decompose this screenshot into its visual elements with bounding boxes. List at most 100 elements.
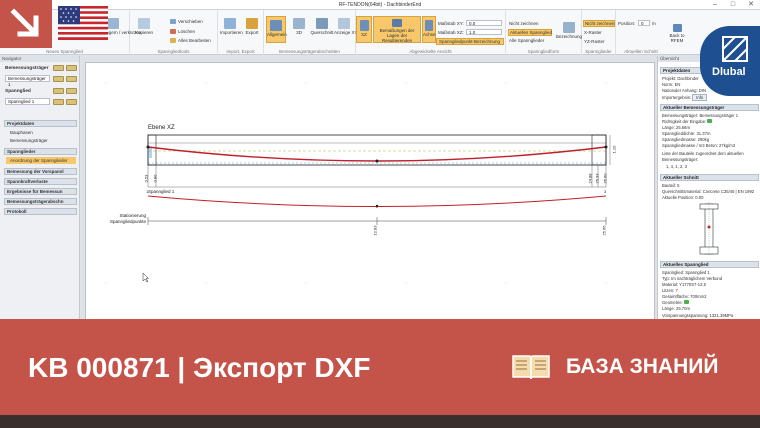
info-row: Bemessungsträger: Bemessungsträger 1	[662, 113, 738, 118]
ribbon-group-tendons: Nicht zeichnen X-Raster YZ-Raster Spanng…	[582, 10, 616, 55]
tendon-points-label: Spanngliedpunkte	[109, 219, 146, 224]
export-button[interactable]: Export	[242, 18, 262, 35]
position-input[interactable]: 0	[638, 20, 650, 26]
back-to-rfem-button[interactable]: Back to RFEM	[666, 24, 688, 43]
info-row: Bemessungsträger:	[662, 157, 698, 162]
check-icon	[707, 119, 713, 123]
edit-all-button[interactable]: Alles Bearbeiten	[170, 38, 211, 44]
designation-icon	[563, 22, 575, 33]
row-value: Spannglied 1	[685, 270, 710, 275]
ribbon-group-label: Spanngliedtools	[157, 49, 190, 54]
xz-view-button[interactable]: XZ	[356, 16, 372, 43]
yz-grid-option[interactable]: YZ-Raster	[584, 39, 605, 44]
current-tendon-header[interactable]: Aktuelles Spannglied	[660, 261, 759, 268]
info-row: Spannglied: Spannglied 1	[662, 270, 710, 275]
nav-item-tendon-arrangement[interactable]: Anordnung der Spannglieder	[6, 157, 76, 164]
dimensions-icon	[392, 19, 402, 27]
tendon-point-label-text: Spanngliedpunkt-Bezeichnung	[439, 39, 501, 44]
nav-section-report[interactable]: Protokoll	[4, 208, 77, 215]
design-beam-label: Bemessungsträger	[5, 66, 49, 71]
display-xy-label: Anzeige XY	[334, 30, 358, 35]
row-key: Richtigkeit der Eingabe:	[662, 119, 707, 124]
us-flag-icon	[58, 6, 108, 40]
info-row: Querschnittsmaterial: Concrete C35/45 | …	[662, 189, 754, 194]
all-tendons-option[interactable]: Alle Spannglieder	[509, 38, 544, 43]
export-icon	[246, 18, 258, 29]
info-row: Typ: Im nachträglichem Verbund	[662, 276, 722, 281]
design-beam-select[interactable]: Bemessungsträger 1	[5, 75, 50, 87]
row-key: Bemessungsträger:	[662, 157, 699, 162]
norm-row: Norm: EN	[662, 82, 680, 87]
row-key: Querschnittsmaterial:	[662, 189, 702, 194]
view-3d-button[interactable]: 3D	[289, 18, 309, 35]
nav-section-tendons[interactable]: Spannglieder	[4, 148, 77, 155]
current-section-header[interactable]: Aktueller Schnitt	[660, 174, 759, 181]
x-grid-option[interactable]: X-Raster	[584, 30, 602, 35]
nav-section-design-results[interactable]: Ergebnisse für Bemessun	[4, 188, 77, 195]
scale-xz-input[interactable]: 1.0	[466, 29, 502, 35]
view-3d-label: 3D	[296, 30, 302, 35]
stationing-mid-label: 12.83	[372, 225, 378, 236]
tendon-prev-icon[interactable]	[53, 99, 64, 105]
ribbon-group-tendon-tools: Kopieren Verschieben Löschen Alles Bearb…	[130, 10, 218, 55]
row-key: Vorspannungsspannung:	[662, 313, 709, 318]
tendon-new-icon[interactable]	[66, 88, 77, 94]
tendon-edit-icon[interactable]	[53, 88, 64, 94]
display-xy-button[interactable]: Anzeige XY	[334, 18, 358, 35]
nav-item-construction-stages[interactable]: Bauphasen	[10, 130, 33, 135]
designation-button[interactable]: Bezeichnung	[556, 22, 582, 39]
nav-section-prestress-losses[interactable]: Spannkraftverluste	[4, 178, 77, 185]
tendon-next-icon[interactable]	[66, 99, 77, 105]
minimize-button[interactable]: –	[706, 0, 724, 10]
info-row: Geometrie:	[662, 300, 689, 305]
cross-section-preview-icon	[699, 202, 719, 256]
dim-label: 0.53	[143, 174, 149, 183]
dim-label: 24.88	[587, 173, 593, 184]
tendon-point-label-button[interactable]: Spanngliedpunkt-Bezeichnung	[436, 38, 504, 45]
design-beam-prev-icon[interactable]	[53, 76, 64, 82]
do-not-draw-option[interactable]: Nicht zeichnen	[509, 21, 539, 26]
delete-button[interactable]: Löschen	[170, 29, 195, 35]
tendon-point	[375, 159, 379, 163]
dlubal-wordmark: Dlubal	[712, 66, 746, 78]
do-not-draw-grid-label: Nicht zeichnen	[585, 21, 615, 26]
dimensions-button[interactable]: Bemaßungen der Lagen der Resultierenden	[373, 16, 421, 43]
design-beam-edit-icon[interactable]	[53, 65, 64, 71]
scale-xz-label: Maßstab XZ:	[438, 30, 464, 35]
ribbon-group-label: Bemessungsträgerabschnitten	[279, 49, 340, 54]
window-title: RF-TENDON(64bit) - DachbinderEnd	[338, 2, 422, 8]
import-result-row: Importergebnis: Info	[662, 94, 708, 101]
design-beam-new-icon[interactable]	[66, 65, 77, 71]
nav-item-design-beam[interactable]: Bemessungsträger	[10, 138, 48, 143]
current-tendon-option[interactable]: Aktuelles Spannglied	[508, 29, 552, 36]
axis-button[interactable]: Achse	[422, 16, 436, 43]
row-key: Spannglieddichte:	[662, 131, 696, 136]
close-button[interactable]: ✕	[742, 0, 760, 10]
cross-section-button[interactable]: Querschnitt	[310, 18, 334, 35]
row-key: Bemessungsträger:	[662, 113, 699, 118]
copy-icon	[138, 18, 150, 29]
do-not-draw-grid-option[interactable]: Nicht zeichnen	[583, 20, 615, 27]
xy-plane-icon	[338, 18, 350, 29]
scale-xy-input[interactable]: 0.0	[466, 20, 502, 26]
row-value: 27kg/m3	[719, 143, 736, 148]
maximize-button[interactable]: □	[724, 0, 742, 10]
stationing-label: Stationierung	[119, 213, 146, 218]
nav-section-prestress-design[interactable]: Bemessung der Vorspannl	[4, 168, 77, 175]
nav-section-project-data[interactable]: Projektdaten	[4, 120, 77, 127]
nav-section-design-beam-sections[interactable]: Bemessungsträgerabschn	[4, 198, 77, 205]
copy-button[interactable]: Kopieren	[134, 18, 154, 35]
import-info-button[interactable]: Info	[692, 94, 708, 101]
tendon-select[interactable]: Spannglied 1	[5, 98, 50, 105]
beam-support-left	[148, 148, 152, 158]
move-button[interactable]: Verschieben	[170, 19, 203, 25]
import-button[interactable]: Importieren	[220, 18, 243, 35]
design-beam-header[interactable]: Aktueller Bemessungsträger	[660, 104, 759, 111]
back-arrow-badge[interactable]	[0, 0, 52, 48]
drawing-canvas[interactable]: Ebene XZ Spannglied 1 Stationierung Span…	[85, 62, 655, 320]
position-label: Position:	[618, 21, 636, 26]
general-view-button[interactable]: Allgemein	[266, 16, 287, 43]
design-beam-next-icon[interactable]	[66, 76, 77, 82]
row-value: 25.70m	[675, 306, 690, 311]
row-key: 1, 4, 1, 2, 3	[666, 164, 687, 169]
